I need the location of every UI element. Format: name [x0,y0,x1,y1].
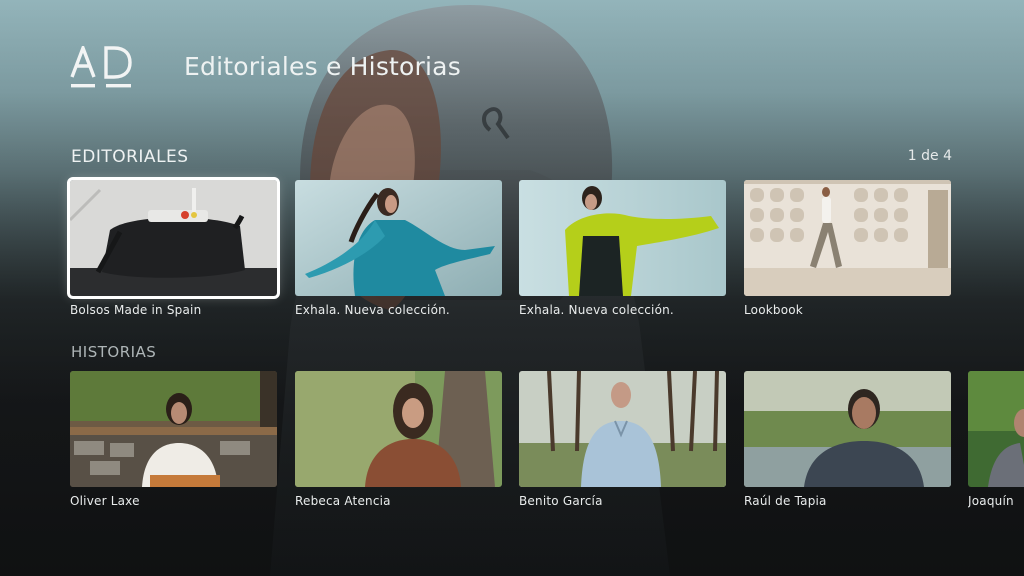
editorial-caption: Exhala. Nueva colección. [519,303,674,317]
editorial-card-exhala-2[interactable]: Exhala. Nueva colección. [519,180,726,317]
editorial-thumbnail [67,177,280,299]
historia-caption: Joaquín [968,494,1014,508]
historia-card-oliver-laxe[interactable]: Oliver Laxe [70,371,277,508]
historia-caption: Benito García [519,494,603,508]
historia-card-raul-de-tapia[interactable]: Raúl de Tapia [744,371,951,508]
editorial-card-exhala-1[interactable]: Exhala. Nueva colección. [295,180,502,317]
editorial-caption: Lookbook [744,303,803,317]
editorial-caption: Bolsos Made in Spain [70,303,202,317]
historia-caption: Raúl de Tapia [744,494,827,508]
section-title-editoriales: EDITORIALES [71,147,189,167]
editorial-card-lookbook[interactable]: Lookbook [744,180,951,317]
historia-thumbnail [968,371,1024,487]
editorial-caption: Exhala. Nueva colección. [295,303,450,317]
page-title: Editoriales e Historias [184,52,461,81]
page-indicator: 1 de 4 [907,148,952,164]
historia-card-joaquin[interactable]: Joaquín [968,371,1024,508]
editorial-card-bolsos[interactable]: Bolsos Made in Spain [67,177,280,317]
historia-thumbnail [744,371,951,487]
historia-thumbnail [295,371,502,487]
historia-card-rebeca-atencia[interactable]: Rebeca Atencia [295,371,502,508]
section-title-historias: HISTORIAS [71,343,157,361]
historia-thumbnail [70,371,277,487]
historia-caption: Rebeca Atencia [295,494,391,508]
historia-caption: Oliver Laxe [70,494,140,508]
historia-card-benito-garcia[interactable]: Benito García [519,371,726,508]
historia-thumbnail [519,371,726,487]
brand-logo [70,46,134,90]
editorial-thumbnail [295,180,502,296]
editorial-thumbnail [744,180,951,296]
editorial-thumbnail [519,180,726,296]
